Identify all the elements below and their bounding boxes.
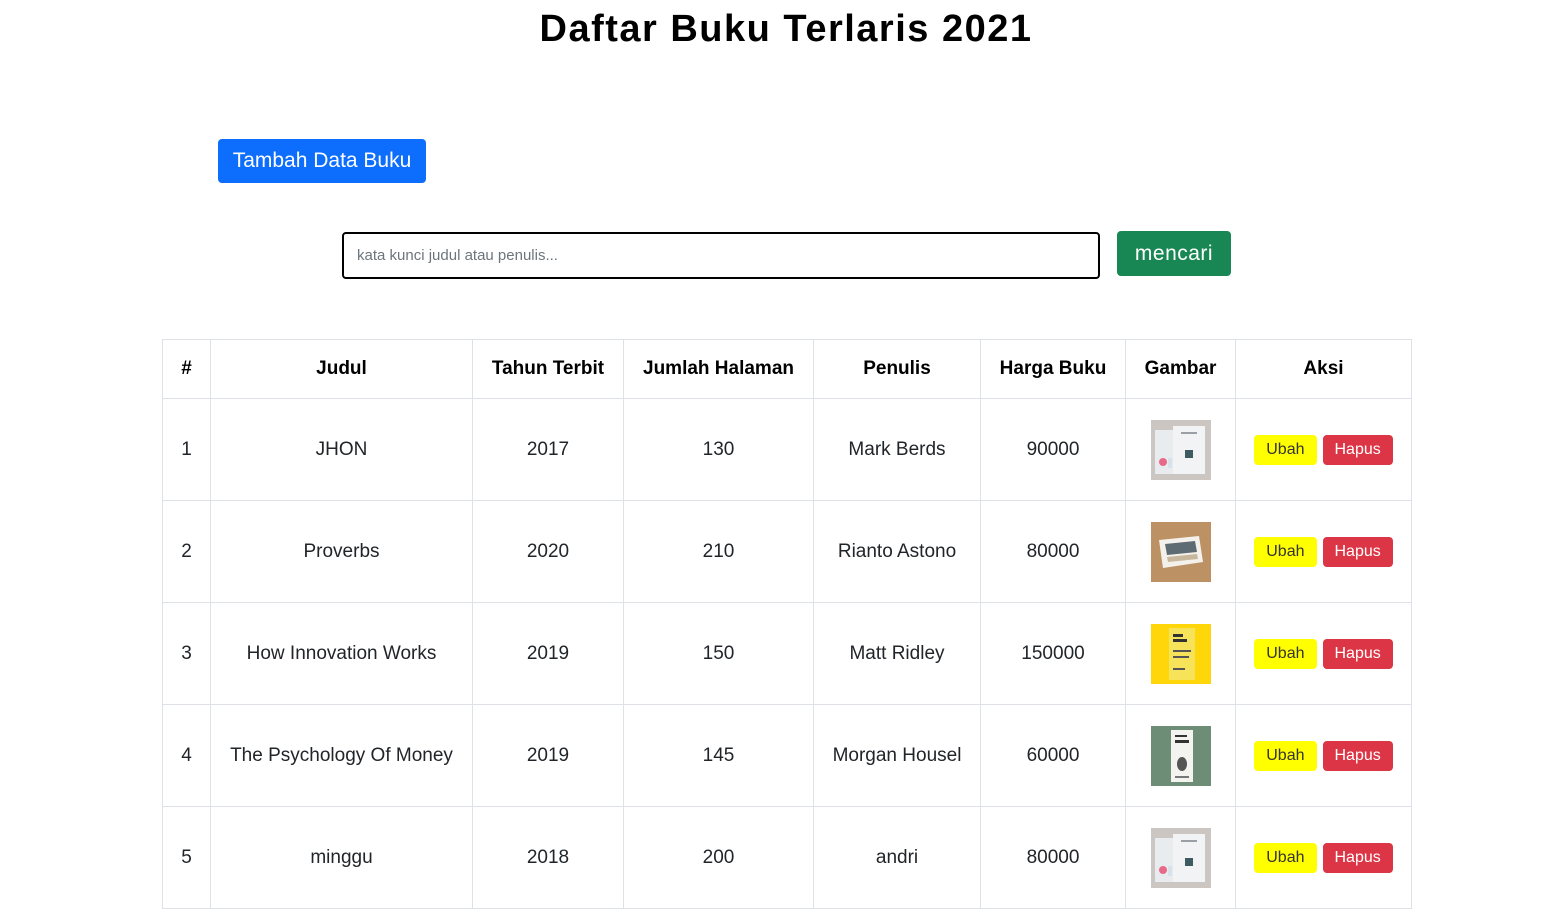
table-header-row: # Judul Tahun Terbit Jumlah Halaman Penu… — [162, 339, 1412, 399]
delete-button[interactable]: Hapus — [1322, 536, 1393, 567]
cell-year: 2018 — [472, 806, 624, 909]
cell-pages: 130 — [623, 398, 814, 501]
cell-number: 3 — [162, 602, 211, 705]
column-header-number: # — [162, 339, 211, 399]
cell-author: Matt Ridley — [813, 602, 981, 705]
column-header-image: Gambar — [1125, 339, 1236, 399]
cell-image — [1125, 398, 1236, 501]
book-cover-brown-icon — [1150, 521, 1211, 582]
delete-button[interactable]: Hapus — [1322, 434, 1393, 465]
cell-price: 90000 — [980, 398, 1126, 501]
table-row: 2 Proverbs 2020 210 Rianto Astono 80000 … — [162, 500, 1412, 603]
table-row: 1 JHON 2017 130 Mark Berds 90000 Ubah Hap… — [162, 398, 1412, 501]
table-row: 4 The Psychology Of Money 2019 145 Morga… — [162, 704, 1412, 807]
delete-button[interactable]: Hapus — [1322, 842, 1393, 873]
cell-pages: 210 — [623, 500, 814, 603]
table-row: 3 How Innovation Works 2019 150 Matt Rid… — [162, 602, 1412, 705]
column-header-year: Tahun Terbit — [472, 339, 624, 399]
add-book-button[interactable]: Tambah Data Buku — [218, 139, 426, 183]
cell-actions: Ubah Hapus — [1235, 806, 1412, 909]
cell-title: Proverbs — [210, 500, 473, 603]
cell-year: 2020 — [472, 500, 624, 603]
cell-pages: 145 — [623, 704, 814, 807]
books-table: # Judul Tahun Terbit Jumlah Halaman Penu… — [162, 339, 1412, 909]
edit-button[interactable]: Ubah — [1254, 842, 1317, 873]
search-input[interactable] — [342, 232, 1100, 279]
cell-title: JHON — [210, 398, 473, 501]
cell-actions: Ubah Hapus — [1235, 398, 1412, 501]
cell-title: minggu — [210, 806, 473, 909]
column-header-actions: Aksi — [1235, 339, 1412, 399]
cell-author: andri — [813, 806, 981, 909]
cell-price: 80000 — [980, 806, 1126, 909]
book-cover-green-icon — [1150, 725, 1211, 786]
cell-price: 60000 — [980, 704, 1126, 807]
book-cover-yellow-icon — [1150, 623, 1211, 684]
cell-actions: Ubah Hapus — [1235, 500, 1412, 603]
edit-button[interactable]: Ubah — [1254, 638, 1317, 669]
book-cover-gray-icon — [1150, 419, 1211, 480]
column-header-price: Harga Buku — [980, 339, 1126, 399]
delete-button[interactable]: Hapus — [1322, 638, 1393, 669]
table-row: 5 minggu 2018 200 andri 80000 Ubah Hapus — [162, 806, 1412, 909]
delete-button[interactable]: Hapus — [1322, 740, 1393, 771]
edit-button[interactable]: Ubah — [1254, 434, 1317, 465]
cell-year: 2019 — [472, 602, 624, 705]
edit-button[interactable]: Ubah — [1254, 536, 1317, 567]
search-button[interactable]: mencari — [1117, 231, 1231, 276]
cell-image — [1125, 602, 1236, 705]
cell-number: 5 — [162, 806, 211, 909]
cell-image — [1125, 500, 1236, 603]
cell-pages: 200 — [623, 806, 814, 909]
cell-title: The Psychology Of Money — [210, 704, 473, 807]
cell-author: Mark Berds — [813, 398, 981, 501]
column-header-author: Penulis — [813, 339, 981, 399]
cell-image — [1125, 806, 1236, 909]
cell-author: Rianto Astono — [813, 500, 981, 603]
cell-image — [1125, 704, 1236, 807]
cell-number: 1 — [162, 398, 211, 501]
cell-number: 4 — [162, 704, 211, 807]
cell-price: 80000 — [980, 500, 1126, 603]
cell-author: Morgan Housel — [813, 704, 981, 807]
cell-pages: 150 — [623, 602, 814, 705]
column-header-pages: Jumlah Halaman — [623, 339, 814, 399]
book-cover-gray-icon — [1150, 827, 1211, 888]
page-title: Daftar Buku Terlaris 2021 — [539, 8, 1033, 50]
cell-year: 2017 — [472, 398, 624, 501]
column-header-title: Judul — [210, 339, 473, 399]
cell-actions: Ubah Hapus — [1235, 704, 1412, 807]
cell-price: 150000 — [980, 602, 1126, 705]
cell-actions: Ubah Hapus — [1235, 602, 1412, 705]
cell-number: 2 — [162, 500, 211, 603]
cell-year: 2019 — [472, 704, 624, 807]
edit-button[interactable]: Ubah — [1254, 740, 1317, 771]
cell-title: How Innovation Works — [210, 602, 473, 705]
